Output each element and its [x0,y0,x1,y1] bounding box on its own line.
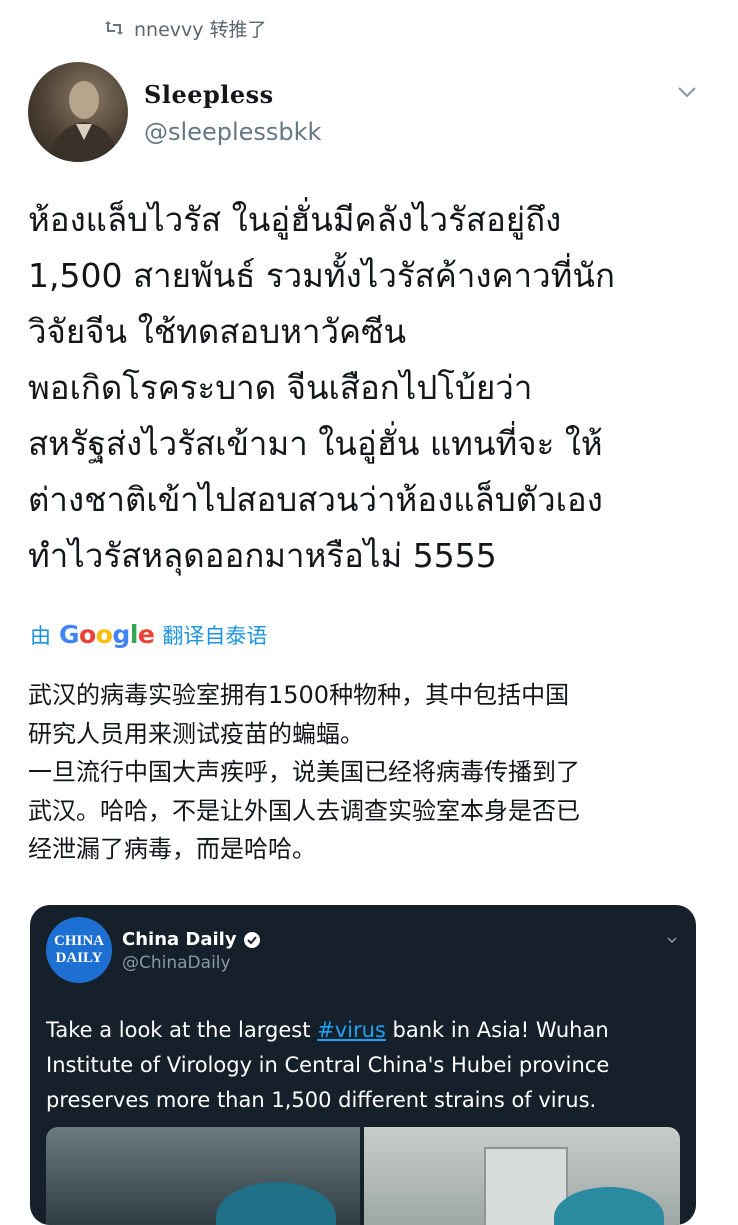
tweet-text: ห้องแล็บไวรัส ในอู่ฮั่นมีคลังไวรัสอยู่ถึ… [28,192,718,584]
tweet-text-line: 1,500 สายพันธ์ รวมทั้งไวรัสค้างคาวที่นัก [28,256,615,295]
quoted-text-part: bank in Asia! Wuhan [385,1018,609,1042]
display-name[interactable]: Sleepless [144,80,274,109]
translated-line: 研究人员用来测试疫苗的蝙蝠。 [28,719,364,748]
tweet-text-line: พอเกิดโรคระบาด จีนเสือกไปโบ้ยว่า [28,368,533,407]
quoted-tweet-card[interactable]: CHINA DAILY China Daily @ChinaDaily Take… [30,905,696,1225]
tweet-text-line: วิจัยจีน ใช้ทดสอบหาวัคซีน [28,312,407,351]
media-image-right[interactable] [364,1127,680,1225]
avatar-portrait [48,74,120,162]
quoted-display-name[interactable]: China Daily [122,929,261,950]
google-logo: Google [59,620,155,649]
quoted-text-line: Institute of Virology in Central China's… [46,1053,610,1077]
google-logo-letter: o [95,620,113,649]
media-image-left[interactable] [46,1127,360,1225]
quoted-text-line: preserves more than 1,500 different stra… [46,1088,597,1112]
quoted-text-line: Take a look at the largest #virus bank i… [46,1013,686,1048]
google-logo-letter: l [129,620,139,649]
translated-line: 经泄漏了病毒，而是哈哈。 [28,835,316,863]
tweet-text-line: สหรัฐส่งไวรัสเข้ามา ในอู่ฮั่น แทนที่จะ ใ… [28,424,603,463]
google-logo-letter: o [79,620,96,649]
quoted-tweet-text: Take a look at the largest #virus bank i… [46,1013,686,1118]
translate-link[interactable]: 由 Google 翻译自泰语 [30,620,267,650]
tweet-text-line: ทำไวรัสหลุดออกมาหรือไม่ 5555 [28,536,497,575]
logo-text-bottom: DAILY [55,950,103,966]
user-handle[interactable]: @sleeplessbkk [144,118,321,146]
chevron-down-icon[interactable] [666,935,678,945]
chevron-down-icon[interactable] [676,84,698,100]
hashtag-link[interactable]: #virus [317,1018,386,1042]
retweet-header: nnevvy 转推了 [104,14,267,42]
google-logo-letter: g [112,620,130,649]
quoted-name-text: China Daily [122,929,237,950]
translated-line: 武汉。哈哈，不是让外国人去调查实验室本身是否已 [28,796,580,825]
tweet-text-line: ต่างชาติเข้าไปสอบสวนว่าห้องแล็บตัวเอง [28,480,603,519]
china-daily-logo[interactable]: CHINA DAILY [46,917,112,983]
verified-badge-icon [243,931,260,948]
quoted-handle[interactable]: @ChinaDaily [122,953,231,973]
google-logo-letter: e [137,620,155,649]
avatar[interactable] [28,62,128,162]
translate-label: 翻译自泰语 [162,624,268,648]
google-logo-letter: G [59,620,80,649]
retweet-icon [105,21,123,35]
tweet-text-line: ห้องแล็บไวรัส ในอู่ฮั่นมีคลังไวรัสอยู่ถึ… [28,200,562,239]
translate-by: 由 [30,624,51,648]
translated-line: 武汉的病毒实验室拥有1500种物种，其中包括中国 [28,681,570,709]
quoted-text-part: Take a look at the largest [46,1018,318,1042]
translated-line: 一旦流行中国大声疾呼，说美国已经将病毒传播到了 [28,758,580,786]
translated-text: 武汉的病毒实验室拥有1500种物种，其中包括中国 研究人员用来测试疫苗的蝙蝠。 … [28,676,718,869]
retweet-label: nnevvy 转推了 [134,18,267,41]
logo-text-top: CHINA [53,933,104,949]
